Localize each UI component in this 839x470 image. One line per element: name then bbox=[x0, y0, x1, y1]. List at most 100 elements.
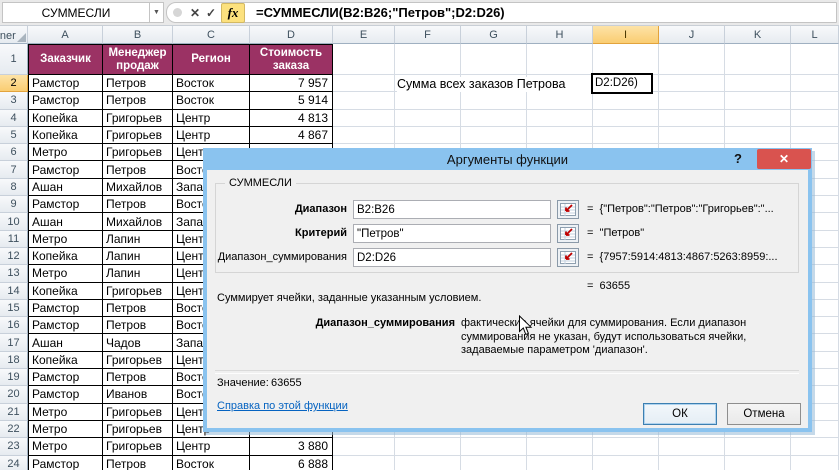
cell-L5[interactable] bbox=[791, 127, 839, 144]
collapse-dialog-button-criteria[interactable] bbox=[557, 224, 579, 243]
row-header-11[interactable]: 11 bbox=[0, 231, 28, 248]
cell-D4[interactable]: 4 813 bbox=[250, 110, 333, 127]
cell-F3[interactable] bbox=[395, 92, 461, 109]
cell-K2[interactable] bbox=[725, 75, 791, 92]
row-header-3[interactable]: 3 bbox=[0, 92, 28, 109]
cell-B17[interactable]: Чадов bbox=[103, 334, 173, 351]
cell-B19[interactable]: Петров bbox=[103, 369, 173, 386]
cell-E5[interactable] bbox=[333, 127, 395, 144]
cell-J4[interactable] bbox=[659, 110, 725, 127]
cell-G24[interactable] bbox=[461, 456, 527, 470]
cell-A22[interactable]: Метро bbox=[28, 421, 103, 438]
row-header-9[interactable]: 9 bbox=[0, 196, 28, 213]
cell-F5[interactable] bbox=[395, 127, 461, 144]
formula-input[interactable]: =СУММЕСЛИ(B2:B26;"Петров";D2:D26) bbox=[256, 5, 505, 20]
cell-L2[interactable] bbox=[791, 75, 839, 92]
field-input-range[interactable] bbox=[353, 200, 551, 219]
cell-B8[interactable]: Михайлов bbox=[103, 179, 173, 196]
cell-I4[interactable] bbox=[593, 110, 659, 127]
cell-E23[interactable] bbox=[333, 438, 395, 455]
col-header-E[interactable]: E bbox=[333, 26, 395, 44]
cell-A8[interactable]: Ашан bbox=[28, 179, 103, 196]
cell-B1[interactable]: Менеджер продаж bbox=[103, 44, 173, 75]
dialog-title[interactable]: Аргументы функции bbox=[203, 152, 812, 167]
cell-C24[interactable]: Восток bbox=[173, 456, 250, 470]
cell-I5[interactable] bbox=[593, 127, 659, 144]
cell-B15[interactable]: Петров bbox=[103, 300, 173, 317]
cell-A2[interactable]: Рамстор bbox=[28, 75, 103, 92]
cell-A11[interactable]: Метро bbox=[28, 231, 103, 248]
cell-A12[interactable]: Копейка bbox=[28, 248, 103, 265]
ok-button[interactable]: ОК bbox=[643, 403, 717, 425]
row-header-8[interactable]: 8 bbox=[0, 179, 28, 196]
cell-E1[interactable] bbox=[333, 44, 395, 75]
cell-A7[interactable]: Рамстор bbox=[28, 161, 103, 178]
cell-A10[interactable]: Ашан bbox=[28, 213, 103, 230]
cell-E3[interactable] bbox=[333, 92, 395, 109]
cell-B3[interactable]: Петров bbox=[103, 92, 173, 109]
cell-A3[interactable]: Рамстор bbox=[28, 92, 103, 109]
row-header-7[interactable]: 7 bbox=[0, 161, 28, 178]
row-header-19[interactable]: 19 bbox=[0, 369, 28, 386]
col-header-H[interactable]: H bbox=[527, 26, 593, 44]
row-header-1[interactable]: 1 bbox=[0, 44, 28, 75]
cell-J3[interactable] bbox=[659, 92, 725, 109]
col-header-L[interactable]: L bbox=[791, 26, 839, 44]
row-header-24[interactable]: 24 bbox=[0, 456, 28, 470]
cell-C2[interactable]: Восток bbox=[173, 75, 250, 92]
cell-L1[interactable] bbox=[791, 44, 839, 75]
cell-H23[interactable] bbox=[527, 438, 593, 455]
cell-G23[interactable] bbox=[461, 438, 527, 455]
cell-D1[interactable]: Стоимость заказа bbox=[250, 44, 333, 75]
row-header-23[interactable]: 23 bbox=[0, 438, 28, 455]
row-header-18[interactable]: 18 bbox=[0, 352, 28, 369]
dialog-help-button[interactable]: ? bbox=[728, 151, 748, 168]
row-header-6[interactable]: 6 bbox=[0, 144, 28, 161]
cell-A5[interactable]: Копейка bbox=[28, 127, 103, 144]
cell-A19[interactable]: Рамстор bbox=[28, 369, 103, 386]
cell-J1[interactable] bbox=[659, 44, 725, 75]
row-header-20[interactable]: 20 bbox=[0, 386, 28, 403]
cell-J23[interactable] bbox=[659, 438, 725, 455]
cell-L4[interactable] bbox=[791, 110, 839, 127]
cell-H24[interactable] bbox=[527, 456, 593, 470]
cell-B20[interactable]: Иванов bbox=[103, 386, 173, 403]
cell-B14[interactable]: Григорьев bbox=[103, 283, 173, 300]
collapse-dialog-button-sum-range[interactable] bbox=[557, 248, 579, 267]
row-header-12[interactable]: 12 bbox=[0, 248, 28, 265]
note-cell-f2[interactable]: Сумма всех заказов Петрова bbox=[397, 77, 592, 92]
cell-B24[interactable]: Петров bbox=[103, 456, 173, 470]
cell-B21[interactable]: Григорьев bbox=[103, 404, 173, 421]
dialog-close-button[interactable]: ✕ bbox=[757, 149, 811, 169]
cell-A13[interactable]: Метро bbox=[28, 265, 103, 282]
cell-D3[interactable]: 5 914 bbox=[250, 92, 333, 109]
name-box-dropdown[interactable]: ▼ bbox=[149, 2, 164, 23]
col-header-I[interactable]: I bbox=[593, 26, 659, 44]
cell-E2[interactable] bbox=[333, 75, 395, 92]
cell-K5[interactable] bbox=[725, 127, 791, 144]
cell-K23[interactable] bbox=[725, 438, 791, 455]
cell-F4[interactable] bbox=[395, 110, 461, 127]
cell-E4[interactable] bbox=[333, 110, 395, 127]
cell-B10[interactable]: Михайлов bbox=[103, 213, 173, 230]
cell-F24[interactable] bbox=[395, 456, 461, 470]
cell-E24[interactable] bbox=[333, 456, 395, 470]
cancel-button[interactable]: Отмена bbox=[727, 403, 801, 425]
row-header-4[interactable]: 4 bbox=[0, 110, 28, 127]
cell-C23[interactable]: Центр bbox=[173, 438, 250, 455]
cell-F1[interactable] bbox=[395, 44, 461, 75]
cell-C4[interactable]: Центр bbox=[173, 110, 250, 127]
cell-D5[interactable]: 4 867 bbox=[250, 127, 333, 144]
cell-D2[interactable]: 7 957 bbox=[250, 75, 333, 92]
cell-J2[interactable] bbox=[659, 75, 725, 92]
col-header-B[interactable]: B bbox=[103, 26, 173, 44]
cell-B13[interactable]: Лапин bbox=[103, 265, 173, 282]
cell-I1[interactable] bbox=[593, 44, 659, 75]
cell-B18[interactable]: Григорьев bbox=[103, 352, 173, 369]
cell-J5[interactable] bbox=[659, 127, 725, 144]
cell-G5[interactable] bbox=[461, 127, 527, 144]
col-header-D[interactable]: D bbox=[250, 26, 333, 44]
cell-A4[interactable]: Копейка bbox=[28, 110, 103, 127]
cell-L3[interactable] bbox=[791, 92, 839, 109]
row-header-10[interactable]: 10 bbox=[0, 213, 28, 230]
